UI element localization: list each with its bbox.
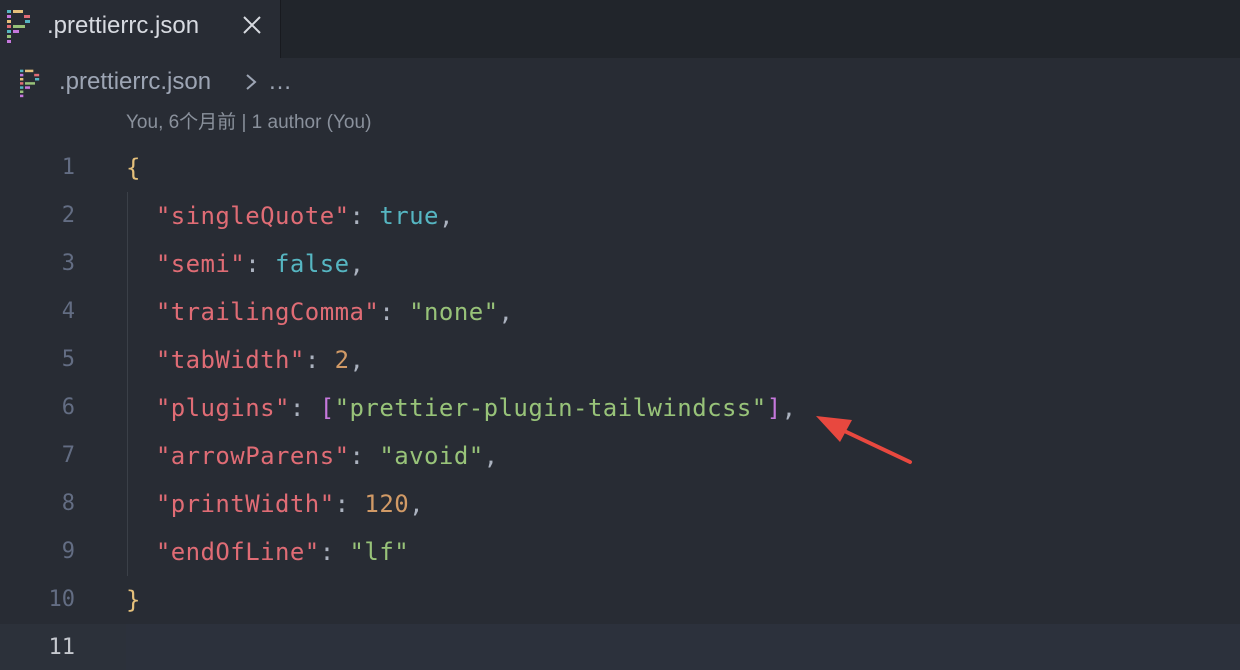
code-line-current[interactable]: 11	[0, 624, 1240, 670]
code-line[interactable]: 2 "singleQuote": true,	[0, 192, 1240, 240]
line-number: 7	[61, 443, 75, 468]
line-number: 4	[61, 299, 75, 324]
json-comma: ,	[781, 394, 797, 422]
json-colon: :	[334, 490, 365, 518]
code-text: "arrowParens": "avoid",	[126, 442, 499, 470]
code-line[interactable]: 6 "plugins": ["prettier-plugin-tailwindc…	[0, 384, 1240, 432]
chevron-right-icon	[246, 74, 257, 90]
json-value: false	[275, 250, 350, 278]
breadcrumb-more[interactable]: …	[268, 68, 292, 96]
tab-label: .prettierrc.json	[47, 12, 200, 39]
json-comma: ,	[349, 250, 365, 278]
json-value: "none"	[409, 298, 499, 326]
json-key: "trailingComma"	[155, 298, 380, 326]
code-text: "plugins": ["prettier-plugin-tailwindcss…	[126, 394, 797, 422]
line-number: 11	[48, 635, 76, 660]
code-line[interactable]: 9 "endOfLine": "lf"	[0, 528, 1240, 576]
open-brace: {	[126, 154, 141, 182]
json-key: "endOfLine"	[155, 538, 320, 566]
line-number: 5	[61, 347, 75, 372]
close-bracket: ]	[766, 394, 782, 422]
json-colon: :	[245, 250, 276, 278]
json-value: "lf"	[349, 538, 410, 566]
line-number: 3	[61, 251, 75, 276]
json-value: true	[379, 202, 439, 230]
json-colon: :	[304, 346, 335, 374]
code-line[interactable]: 10 }	[0, 576, 1240, 624]
code-text: "trailingComma": "none",	[126, 298, 513, 326]
line-number: 6	[61, 395, 75, 420]
code-editor[interactable]: 1 { 2 "singleQuote": true, 3 "semi": fal…	[0, 144, 1240, 670]
json-key: "printWidth"	[155, 490, 335, 518]
line-number: 2	[61, 203, 75, 228]
close-icon[interactable]	[241, 14, 263, 36]
json-comma: ,	[409, 490, 425, 518]
git-blame-codelens[interactable]: You, 6个月前 | 1 author (You)	[126, 111, 371, 135]
tab-prettierrc[interactable]: .prettierrc.json	[0, 0, 281, 58]
json-key: "arrowParens"	[155, 442, 350, 470]
line-number: 10	[48, 587, 76, 612]
code-line[interactable]: 4 "trailingComma": "none",	[0, 288, 1240, 336]
json-value: 120	[364, 490, 410, 518]
json-key: "tabWidth"	[155, 346, 305, 374]
prettier-icon	[7, 10, 30, 43]
open-bracket: [	[319, 394, 335, 422]
json-colon: :	[289, 394, 320, 422]
json-colon: :	[349, 442, 380, 470]
json-colon: :	[379, 298, 410, 326]
tab-bar: .prettierrc.json	[0, 0, 1240, 58]
json-comma: ,	[349, 346, 365, 374]
json-key: "singleQuote"	[155, 202, 350, 230]
json-colon: :	[349, 202, 380, 230]
arrow-annotation-icon	[816, 416, 912, 464]
line-number: 1	[61, 155, 75, 180]
code-text: "endOfLine": "lf"	[126, 538, 409, 566]
code-text: "printWidth": 120,	[126, 490, 424, 518]
prettier-icon	[20, 69, 40, 98]
json-comma: ,	[498, 298, 514, 326]
code-line[interactable]: 1 {	[0, 144, 1240, 192]
breadcrumb-file[interactable]: .prettierrc.json	[59, 68, 211, 96]
code-text: "singleQuote": true,	[126, 202, 454, 230]
editor-window: .prettierrc.json .prettierrc.json … You,…	[0, 0, 1240, 670]
code-text: {	[126, 154, 141, 182]
close-brace: }	[126, 586, 141, 614]
line-number: 8	[61, 491, 75, 516]
json-comma: ,	[483, 442, 499, 470]
json-colon: :	[319, 538, 350, 566]
breadcrumb: .prettierrc.json …	[0, 58, 1240, 106]
code-text: "semi": false,	[126, 250, 364, 278]
json-comma: ,	[438, 202, 454, 230]
current-line-highlight	[126, 624, 1240, 670]
json-value: "prettier-plugin-tailwindcss"	[334, 394, 767, 422]
line-number: 9	[61, 539, 75, 564]
code-text: "tabWidth": 2,	[126, 346, 364, 374]
code-text: }	[126, 586, 141, 614]
code-line[interactable]: 3 "semi": false,	[0, 240, 1240, 288]
code-line[interactable]: 8 "printWidth": 120,	[0, 480, 1240, 528]
json-value: 2	[334, 346, 350, 374]
code-line[interactable]: 5 "tabWidth": 2,	[0, 336, 1240, 384]
code-line[interactable]: 7 "arrowParens": "avoid",	[0, 432, 1240, 480]
json-value: "avoid"	[379, 442, 484, 470]
json-key: "semi"	[155, 250, 246, 278]
json-key: "plugins"	[155, 394, 290, 422]
